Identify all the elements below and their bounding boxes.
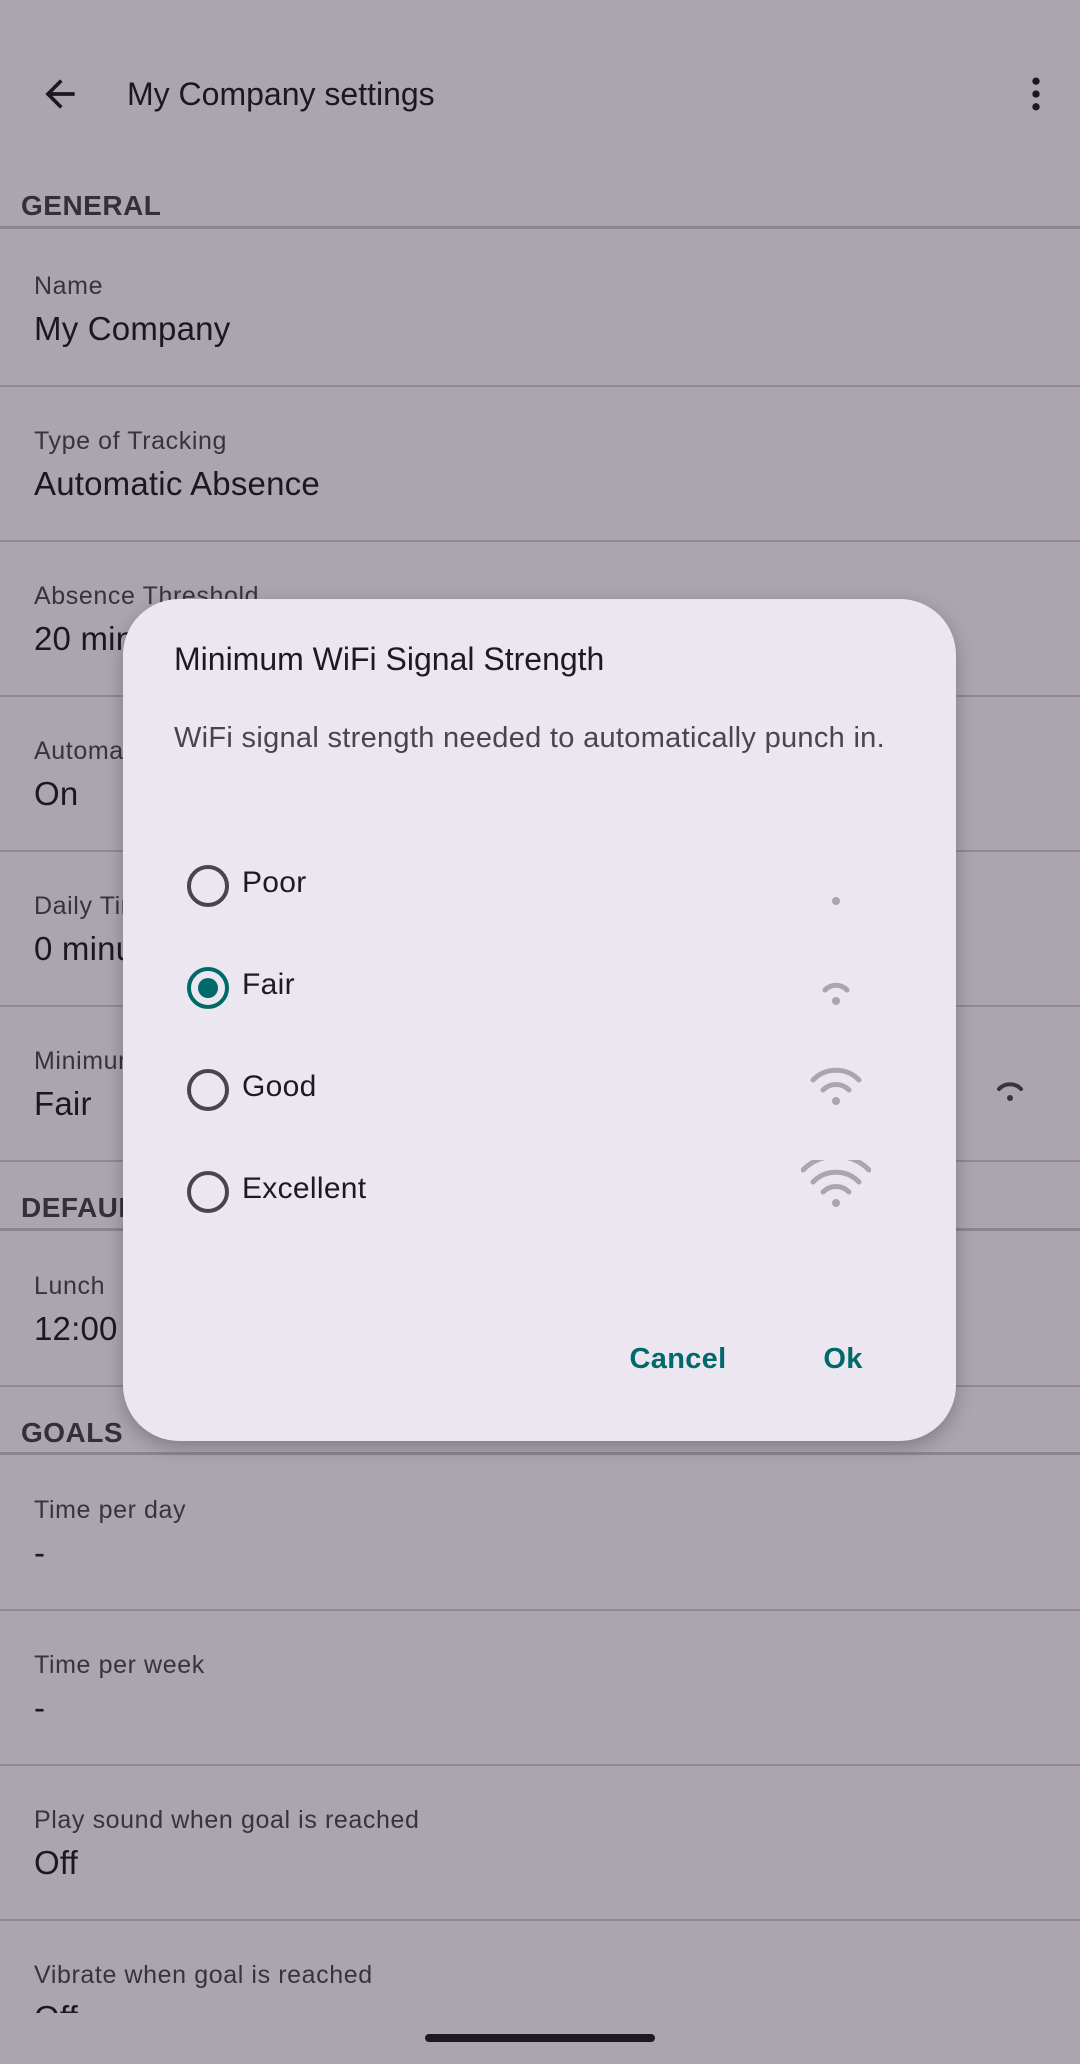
wifi-fair-icon [822,982,850,1005]
option-label: Poor [242,866,307,899]
radio-button[interactable] [187,1171,229,1213]
option-fair[interactable]: Fair [163,944,916,1034]
cancel-button[interactable]: Cancel [613,1329,743,1389]
radio-button-selected[interactable] [187,967,229,1009]
option-label: Good [242,1070,317,1103]
dialog-description: WiFi signal strength needed to automatic… [174,722,885,754]
option-label: Excellent [242,1172,367,1205]
wifi-excellent-icon [801,1160,871,1207]
option-good[interactable]: Good [163,1046,916,1136]
option-label: Fair [242,968,295,1001]
settings-screen: My Company settings GENERAL Name My Comp… [0,0,1080,2064]
radio-button[interactable] [187,865,229,907]
dialog-title: Minimum WiFi Signal Strength [174,641,605,677]
ok-button[interactable]: Ok [803,1329,883,1389]
wifi-good-icon [810,1067,862,1105]
radio-button[interactable] [187,1069,229,1111]
navigation-handle[interactable] [425,2034,655,2042]
option-excellent[interactable]: Excellent [163,1148,916,1238]
option-poor[interactable]: Poor [163,842,916,932]
wifi-poor-icon [832,897,840,905]
wifi-strength-dialog: Minimum WiFi Signal Strength WiFi signal… [123,599,956,1441]
